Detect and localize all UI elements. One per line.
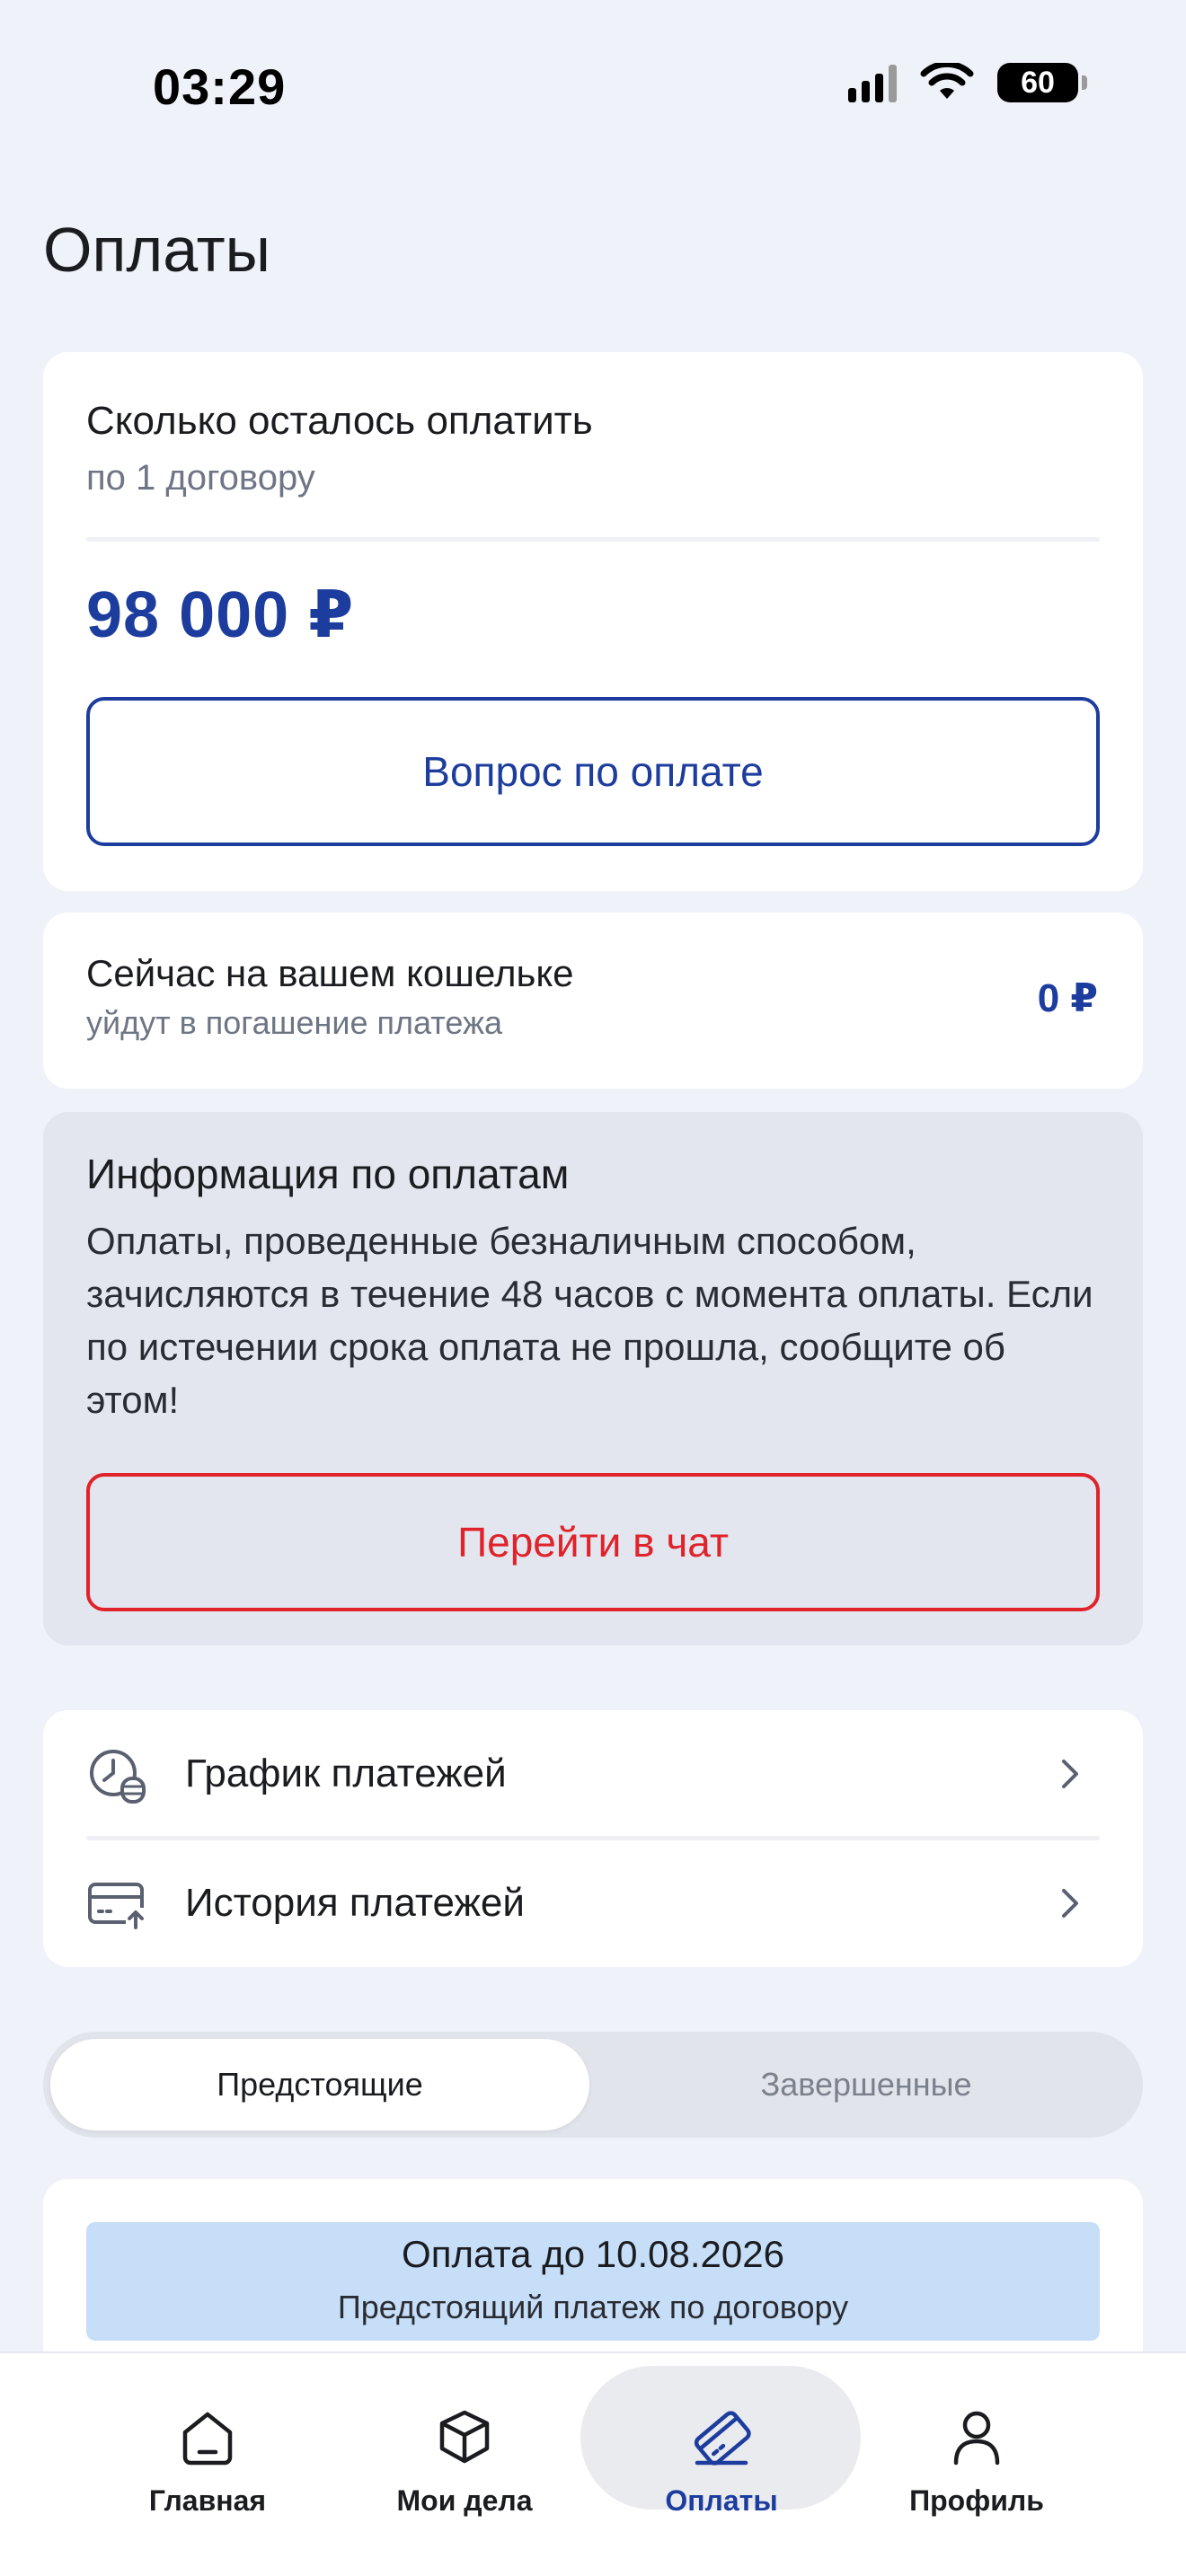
page-title: Оплаты (43, 215, 270, 285)
bottom-navigation: Главная Мои дела Оплаты Профиль (0, 2351, 1186, 2576)
box-icon (439, 2410, 490, 2464)
payment-history-link[interactable]: История платежей (43, 1839, 1143, 1967)
nav-item-my-cases[interactable]: Мои дела (325, 2369, 604, 2517)
tab-upcoming[interactable]: Предстоящие (50, 2039, 589, 2130)
payments-screen: 03:29 60 Оплаты Сколько осталось оплатит… (0, 0, 1186, 2576)
payment-links-card: График платежей История платежей (43, 1710, 1143, 1967)
remaining-amount: 98 000 ₽ (86, 579, 355, 651)
wallet-title: Сейчас на вашем кошельке (86, 952, 574, 994)
profile-icon (953, 2411, 1000, 2466)
nav-label-home: Главная (148, 2484, 267, 2517)
remaining-balance-card: Сколько осталось оплатить по 1 договору … (43, 352, 1143, 891)
nav-item-profile[interactable]: Профиль (837, 2369, 1116, 2517)
payment-info-card: Информация по оплатам Оплаты, проведенны… (43, 1112, 1143, 1645)
cellular-signal-icon (848, 63, 897, 102)
remaining-title: Сколько осталось оплатить (86, 399, 593, 443)
wallet-subtitle: уйдут в погашение платежа (86, 1004, 503, 1041)
payment-question-button[interactable]: Вопрос по оплате (86, 697, 1100, 846)
divider (86, 537, 1100, 542)
info-text: Оплаты, проведенные безналичным способом… (86, 1220, 1093, 1421)
nav-item-home[interactable]: Главная (68, 2369, 347, 2517)
payment-due-banner: Оплата до 10.08.2026 Предстоящий платеж … (86, 2222, 1100, 2341)
go-to-chat-button[interactable]: Перейти в чат (86, 1473, 1100, 1611)
wallet-amount: 0 ₽ (1037, 976, 1098, 1020)
remaining-subtitle: по 1 договору (86, 458, 315, 498)
payment-due-subtitle: Предстоящий платеж по договору (337, 2289, 849, 2325)
tab-completed[interactable]: Завершенные (597, 2039, 1136, 2130)
nav-item-payments[interactable]: Оплаты (582, 2369, 861, 2517)
payment-history-label: История платежей (185, 1881, 525, 1925)
clock-coins-icon (90, 1750, 146, 1804)
payment-schedule-link[interactable]: График платежей (43, 1710, 1143, 1838)
nav-label-payments: Оплаты (665, 2484, 778, 2517)
status-time: 03:29 (153, 58, 287, 115)
payments-card-icon (694, 2411, 751, 2466)
payments-tabs: Предстоящие Завершенные (43, 2032, 1143, 2138)
chevron-right-icon (1062, 1760, 1078, 1788)
nav-label-my-cases: Мои дела (396, 2484, 533, 2517)
battery-icon: 60 (997, 63, 1087, 102)
chevron-right-icon (1062, 1889, 1078, 1918)
info-title: Информация по оплатам (86, 1151, 570, 1197)
wifi-icon (920, 63, 974, 99)
wallet-card: Сейчас на вашем кошельке уйдут в погашен… (43, 913, 1143, 1089)
status-bar: 03:29 60 (0, 0, 1186, 162)
payment-schedule-label: График платежей (185, 1751, 507, 1795)
status-icons: 60 (848, 63, 1087, 102)
nav-label-profile: Профиль (909, 2484, 1044, 2517)
home-icon (182, 2412, 233, 2466)
card-arrow-icon (88, 1883, 146, 1929)
payment-due-title: Оплата до 10.08.2026 (402, 2233, 784, 2275)
